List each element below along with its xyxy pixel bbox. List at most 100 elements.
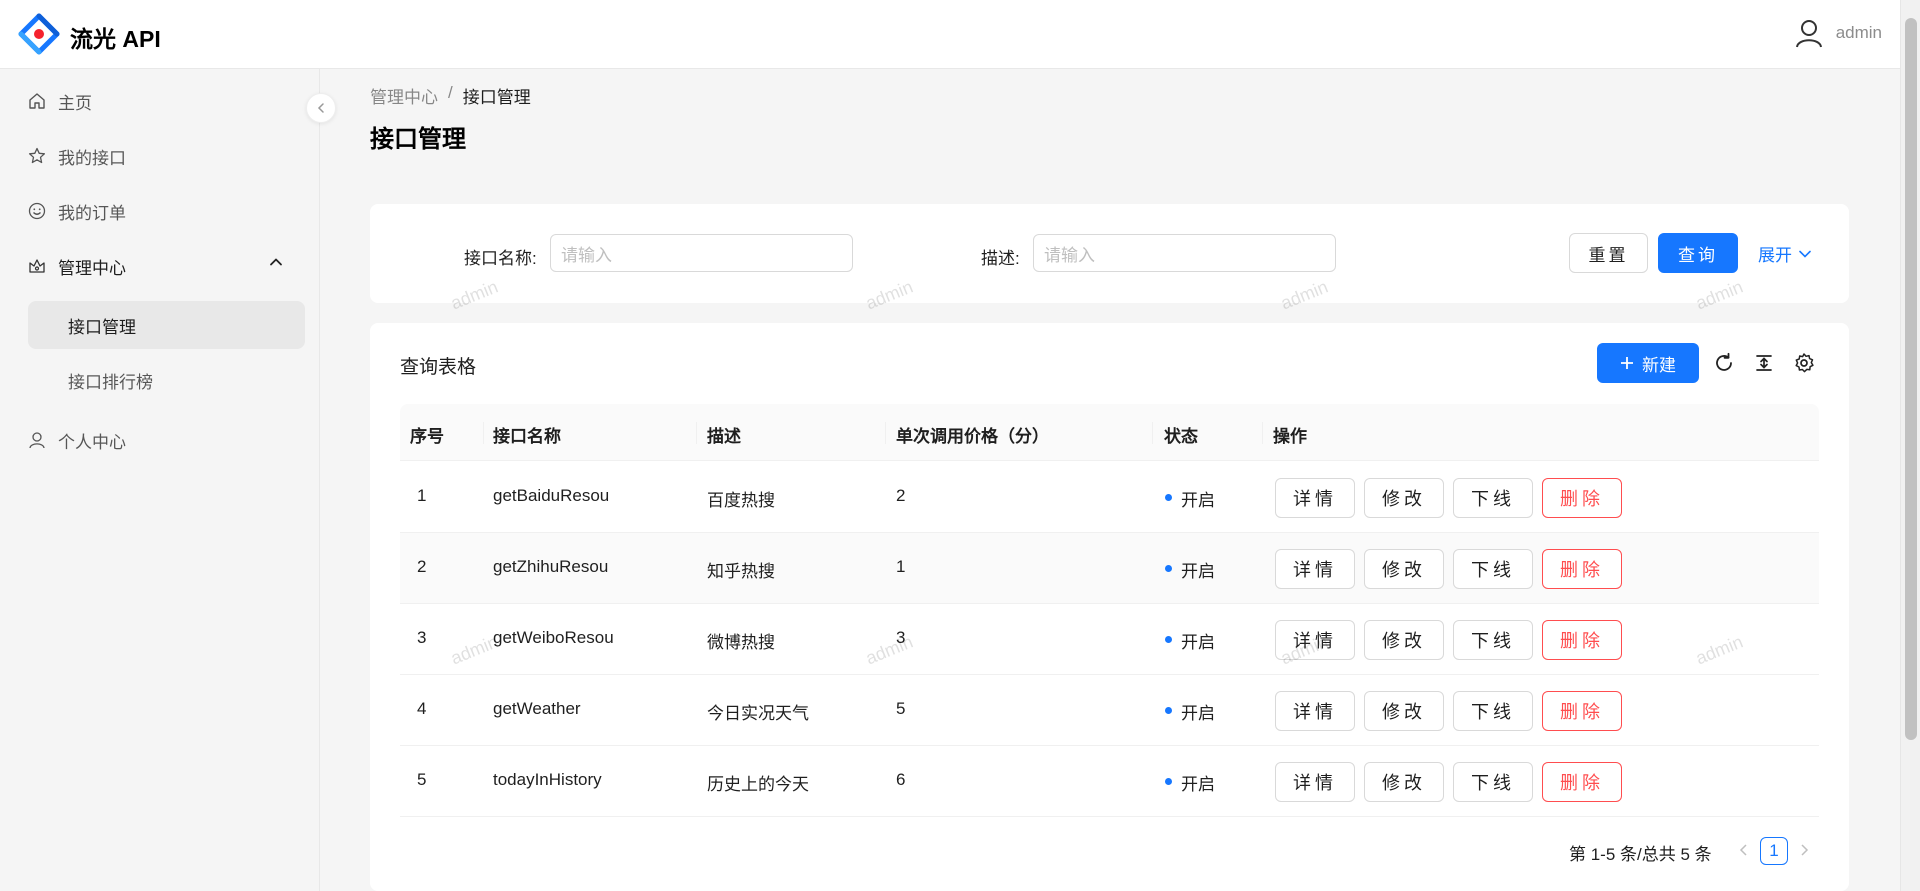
cell-status: 开启 [1181, 704, 1215, 723]
sidebar-group-admin[interactable]: 管理中心 [28, 242, 126, 290]
cell-description: 知乎热搜 [707, 562, 775, 581]
sidebar-item-my-apis[interactable]: 我的接口 [28, 132, 126, 180]
delete-button[interactable]: 删除 [1542, 549, 1622, 589]
column-divider [483, 422, 484, 444]
column-header: 操作 [1273, 427, 1307, 446]
delete-button[interactable]: 删除 [1542, 762, 1622, 802]
column-header: 描述 [707, 427, 741, 446]
sidebar-item-label: 接口排行榜 [68, 372, 153, 392]
status-dot [1165, 778, 1172, 785]
sidebar-item-api-ranking[interactable]: 接口排行榜 [28, 356, 305, 404]
cell-name: getWeather [493, 699, 581, 718]
table-row: 4 getWeather 今日实况天气 5 开启 详情 修改 下线 删除 [400, 675, 1819, 746]
expand-label: 展开 [1758, 246, 1792, 265]
cell-status: 开启 [1181, 491, 1215, 510]
crown-icon [29, 259, 45, 273]
status-dot [1165, 707, 1172, 714]
offline-button[interactable]: 下线 [1453, 762, 1533, 802]
offline-button[interactable]: 下线 [1453, 478, 1533, 518]
sidebar-item-home[interactable]: 主页 [28, 77, 92, 125]
cell-name: getBaiduResou [493, 486, 610, 505]
cell-index: 4 [417, 699, 427, 718]
app-title[interactable]: 流光 API [70, 20, 161, 54]
home-icon [29, 93, 45, 109]
offline-button[interactable]: 下线 [1453, 620, 1533, 660]
edit-button[interactable]: 修改 [1364, 478, 1444, 518]
column-divider [1152, 422, 1153, 444]
sidebar-item-api-management[interactable]: 接口管理 [28, 301, 305, 349]
offline-button[interactable]: 下线 [1453, 691, 1533, 731]
cell-description: 微博热搜 [707, 633, 775, 652]
detail-button[interactable]: 详情 [1275, 549, 1355, 589]
chevron-down-icon [1799, 250, 1811, 258]
description-input[interactable]: 请输入 [1033, 234, 1336, 272]
next-page-icon[interactable] [1797, 843, 1811, 857]
cell-index: 3 [417, 628, 427, 647]
cell-name: todayInHistory [493, 770, 602, 789]
new-button-label: 新建 [1642, 355, 1676, 375]
delete-button[interactable]: 删除 [1542, 478, 1622, 518]
table-row: 3 getWeiboResou 微博热搜 3 开启 详情 修改 下线 删除 [400, 604, 1819, 675]
sidebar-item-my-orders[interactable]: 我的订单 [28, 187, 126, 235]
pagination-page[interactable]: 1 [1760, 837, 1788, 865]
logo-icon[interactable] [18, 13, 60, 55]
cell-index: 1 [417, 486, 427, 505]
sidebar-item-label: 我的订单 [58, 203, 126, 223]
edit-button[interactable]: 修改 [1364, 762, 1444, 802]
sidebar-item-profile[interactable]: 个人中心 [28, 416, 126, 464]
settings-icon[interactable] [1793, 352, 1815, 374]
sidebar-collapse-button[interactable] [306, 93, 336, 123]
detail-button[interactable]: 详情 [1275, 762, 1355, 802]
status-dot [1165, 565, 1172, 572]
cell-price: 2 [896, 486, 906, 505]
column-divider [885, 422, 886, 444]
username[interactable]: admin [1836, 23, 1882, 43]
api-name-input[interactable]: 请输入 [550, 234, 853, 272]
breadcrumb-parent[interactable]: 管理中心 [370, 83, 438, 108]
user-menu[interactable]: admin [1794, 18, 1882, 48]
cell-status: 开启 [1181, 562, 1215, 581]
detail-button[interactable]: 详情 [1275, 478, 1355, 518]
breadcrumb-separator: / [448, 83, 453, 102]
edit-button[interactable]: 修改 [1364, 620, 1444, 660]
new-button[interactable]: 新建 [1597, 343, 1699, 383]
cell-name: getZhihuResou [493, 557, 609, 576]
page-scrollbar[interactable] [1900, 0, 1920, 891]
cell-description: 今日实况天气 [707, 704, 809, 723]
delete-button[interactable]: 删除 [1542, 620, 1622, 660]
chevron-left-icon [317, 103, 324, 113]
cell-price: 6 [896, 770, 906, 789]
table-row: 1 getBaiduResou 百度热搜 2 开启 详情 修改 下线 删除 [400, 462, 1819, 533]
edit-button[interactable]: 修改 [1364, 549, 1444, 589]
offline-button[interactable]: 下线 [1453, 549, 1533, 589]
user-avatar-icon[interactable] [1794, 18, 1824, 48]
api-name-label: 接口名称: [464, 249, 537, 268]
breadcrumb: 管理中心 / 接口管理 [370, 83, 531, 108]
status-dot [1165, 494, 1172, 501]
star-icon [28, 147, 46, 164]
table-row: 2 getZhihuResou 知乎热搜 1 开启 详情 修改 下线 删除 [400, 533, 1819, 604]
scrollbar-thumb[interactable] [1905, 18, 1917, 740]
query-button[interactable]: 查询 [1658, 233, 1738, 273]
delete-button[interactable]: 删除 [1542, 691, 1622, 731]
table-title: 查询表格 [400, 357, 477, 378]
top-header: 流光 API admin [0, 0, 1900, 69]
detail-button[interactable]: 详情 [1275, 691, 1355, 731]
cell-name: getWeiboResou [493, 628, 614, 647]
cell-description: 百度热搜 [707, 491, 775, 510]
sidebar-item-label: 主页 [58, 93, 92, 113]
reload-icon[interactable] [1713, 352, 1735, 374]
prev-page-icon[interactable] [1737, 843, 1751, 857]
table-header: 序号 接口名称 描述 单次调用价格（分） 状态 操作 [400, 404, 1819, 461]
expand-toggle[interactable]: 展开 [1758, 241, 1812, 266]
chevron-up-icon[interactable] [268, 254, 284, 270]
column-divider [1262, 422, 1263, 444]
cell-price: 1 [896, 557, 906, 576]
sidebar-item-label: 接口管理 [68, 317, 136, 337]
breadcrumb-current: 接口管理 [462, 88, 531, 107]
edit-button[interactable]: 修改 [1364, 691, 1444, 731]
user-icon [29, 432, 45, 449]
column-header: 状态 [1164, 427, 1198, 446]
density-icon[interactable] [1753, 352, 1775, 374]
reset-button[interactable]: 重置 [1569, 233, 1648, 273]
